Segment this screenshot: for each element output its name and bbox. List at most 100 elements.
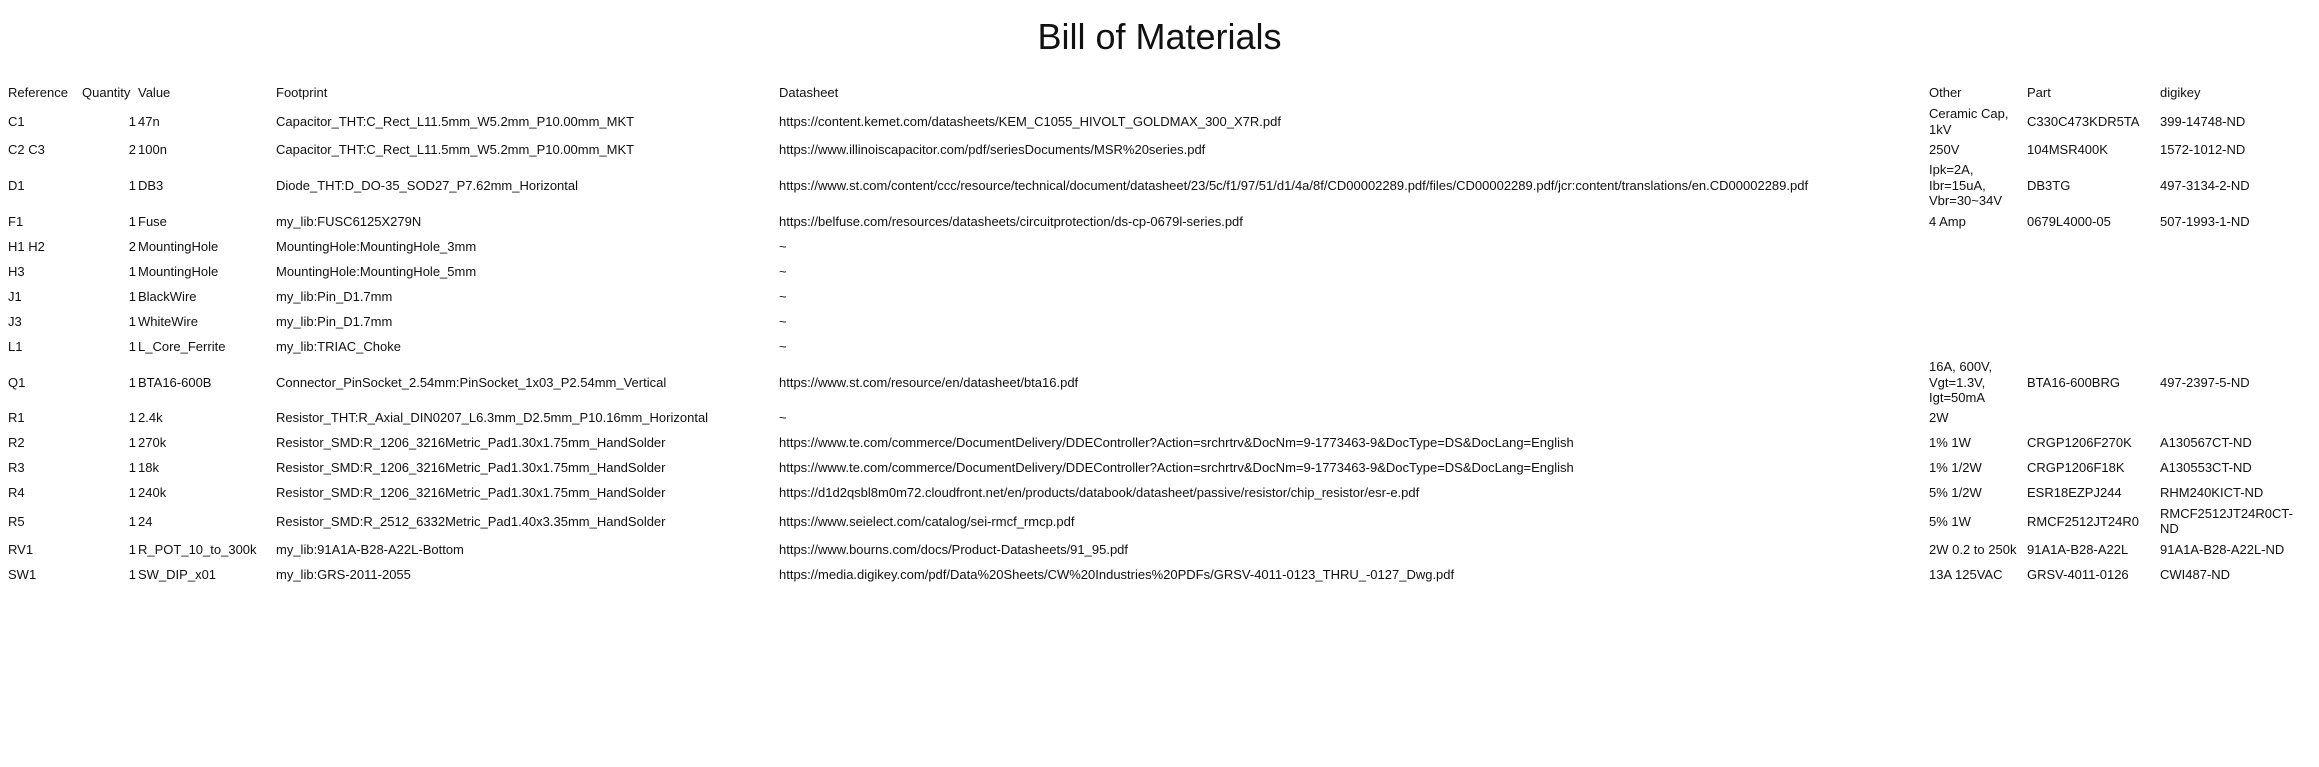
cell-quantity: 1 <box>128 213 136 229</box>
cell-other: Ceramic Cap, 1kV <box>1929 106 2009 137</box>
cell-datasheet[interactable]: https://d1d2qsbl8m0m72.cloudfront.net/en… <box>779 481 1929 506</box>
table-row: R4 1 240k Resistor_SMD:R_1206_3216Metric_Pa… <box>8 481 2310 506</box>
cell-digikey: A130553CT-ND <box>2160 460 2252 476</box>
cell-datasheet[interactable]: ~ <box>779 259 1929 284</box>
cell-datasheet[interactable]: ~ <box>779 284 1929 309</box>
cell-quantity: 1 <box>128 513 136 529</box>
cell-datasheet[interactable]: https://www.te.com/commerce/DocumentDeli… <box>779 456 1929 481</box>
table-row: D1 1 DB3 Diode_THT:D_DO-35_SOD27_P7.62mm_Ho… <box>8 162 2310 209</box>
cell-reference: D1 <box>8 177 25 193</box>
cell-datasheet[interactable]: https://www.st.com/content/ccc/resource/… <box>779 162 1929 209</box>
table-row: R3 1 18k Resistor_SMD:R_1206_3216Metric_Pad… <box>8 456 2310 481</box>
column-header-value: Value <box>138 85 171 101</box>
cell-quantity: 1 <box>128 177 136 193</box>
cell-part: 104MSR400K <box>2027 141 2108 157</box>
cell-quantity: 1 <box>128 313 136 329</box>
cell-digikey: RMCF2512JT24R0CT-ND <box>2160 505 2293 537</box>
cell-reference: R3 <box>8 460 25 476</box>
cell-datasheet[interactable]: ~ <box>779 334 1929 359</box>
cell-value: 270k <box>138 435 167 451</box>
cell-digikey: 497-2397-5-ND <box>2160 374 2250 390</box>
cell-datasheet[interactable]: https://www.bourns.com/docs/Product-Data… <box>779 537 1929 562</box>
cell-datasheet[interactable]: https://belfuse.com/resources/datasheets… <box>779 209 1929 234</box>
cell-value: BlackWire <box>138 288 197 304</box>
cell-reference: H3 <box>8 263 25 279</box>
cell-datasheet[interactable]: https://www.te.com/commerce/DocumentDeli… <box>779 431 1929 456</box>
cell-quantity: 1 <box>128 435 136 451</box>
cell-footprint: my_lib:GRS-2011-2055 <box>276 566 411 582</box>
cell-value: 100n <box>138 141 167 157</box>
cell-footprint: Resistor_SMD:R_2512_6332Metric_Pad1.40x3… <box>276 513 666 529</box>
cell-part: GRSV-4011-0126 <box>2027 566 2129 582</box>
cell-part: BTA16-600BRG <box>2027 374 2120 390</box>
cell-reference: Q1 <box>8 374 26 390</box>
cell-part <box>2027 259 2160 284</box>
cell-part <box>2027 234 2160 259</box>
cell-other <box>1929 234 2027 259</box>
table-row: J1 1 BlackWire my_lib:Pin_D1.7mm ~ <box>8 284 2310 309</box>
cell-footprint: my_lib:Pin_D1.7mm <box>276 313 393 329</box>
cell-digikey: 1572-1012-ND <box>2160 141 2246 157</box>
cell-reference: J3 <box>8 313 22 329</box>
column-header-quantity: Quantity <box>82 85 131 101</box>
cell-digikey <box>2160 259 2310 284</box>
table-row: H3 1 MountingHole MountingHole:MountingHole… <box>8 259 2310 284</box>
cell-other <box>1929 284 2027 309</box>
cell-footprint: Diode_THT:D_DO-35_SOD27_P7.62mm_Horizont… <box>276 177 579 193</box>
table-row: C1 1 47n Capacitor_THT:C_Rect_L11.5mm_W5.2m… <box>8 106 2310 137</box>
cell-footprint: Resistor_THT:R_Axial_DIN0207_L6.3mm_D2.5… <box>276 410 709 426</box>
cell-reference: R2 <box>8 435 25 451</box>
cell-reference: C1 <box>8 113 25 129</box>
cell-datasheet[interactable]: ~ <box>779 406 1929 431</box>
cell-quantity: 1 <box>128 541 136 557</box>
cell-value: L_Core_Ferrite <box>138 338 226 354</box>
table-row: R5 1 24 Resistor_SMD:R_2512_6332Metric_Pad1… <box>8 506 2310 537</box>
cell-footprint: my_lib:Pin_D1.7mm <box>276 288 393 304</box>
cell-footprint: MountingHole:MountingHole_3mm <box>276 238 477 254</box>
cell-other: 5% 1/2W <box>1929 485 1982 501</box>
table-row: H1 H2 2 MountingHole MountingHole:MountingH… <box>8 234 2310 259</box>
cell-quantity: 1 <box>128 338 136 354</box>
cell-reference: J1 <box>8 288 22 304</box>
table-row: SW1 1 SW_DIP_x01 my_lib:GRS-2011-2055 https:… <box>8 562 2310 587</box>
cell-footprint: MountingHole:MountingHole_5mm <box>276 263 477 279</box>
cell-part: 0679L4000-05 <box>2027 213 2111 229</box>
cell-quantity: 1 <box>128 263 136 279</box>
table-header-row: Reference Quantity Value Footprint Datas… <box>8 80 2310 106</box>
cell-quantity: 1 <box>128 113 136 129</box>
cell-footprint: my_lib:FUSC6125X279N <box>276 213 422 229</box>
bom-table: Reference Quantity Value Footprint Datas… <box>8 80 2310 587</box>
cell-other: 4 Amp <box>1929 213 1966 229</box>
cell-datasheet[interactable]: https://www.seielect.com/catalog/sei-rmc… <box>779 506 1929 537</box>
cell-digikey <box>2160 284 2310 309</box>
cell-part: ESR18EZPJ244 <box>2027 485 2122 501</box>
cell-digikey <box>2160 309 2310 334</box>
cell-value: 24 <box>138 513 153 529</box>
cell-quantity: 2 <box>128 238 136 254</box>
cell-other: Ipk=2A, Ibr=15uA, Vbr=30~34V <box>1929 162 2003 209</box>
table-row: R1 1 2.4k Resistor_THT:R_Axial_DIN0207_L6.3… <box>8 406 2310 431</box>
table-row: R2 1 270k Resistor_SMD:R_1206_3216Metric_Pa… <box>8 431 2310 456</box>
table-row: J3 1 WhiteWire my_lib:Pin_D1.7mm ~ <box>8 309 2310 334</box>
cell-datasheet[interactable]: ~ <box>779 234 1929 259</box>
cell-footprint: Resistor_SMD:R_1206_3216Metric_Pad1.30x1… <box>276 435 666 451</box>
cell-footprint: Capacitor_THT:C_Rect_L11.5mm_W5.2mm_P10.… <box>276 141 635 157</box>
cell-datasheet[interactable]: https://media.digikey.com/pdf/Data%20She… <box>779 562 1929 587</box>
column-header-datasheet: Datasheet <box>779 85 839 101</box>
cell-digikey: CWI487-ND <box>2160 566 2231 582</box>
cell-datasheet[interactable]: https://www.st.com/resource/en/datasheet… <box>779 359 1929 406</box>
page-title: Bill of Materials <box>1037 16 1282 57</box>
cell-datasheet[interactable]: https://www.illinoiscapacitor.com/pdf/se… <box>779 137 1929 162</box>
cell-quantity: 1 <box>128 410 136 426</box>
cell-reference: H1 H2 <box>8 238 45 254</box>
cell-other <box>1929 259 2027 284</box>
cell-part <box>2027 334 2160 359</box>
cell-datasheet[interactable]: https://content.kemet.com/datasheets/KEM… <box>779 106 1929 137</box>
cell-other: 16A, 600V, Vgt=1.3V, Igt=50mA <box>1929 358 1993 406</box>
cell-datasheet[interactable]: ~ <box>779 309 1929 334</box>
cell-value: MountingHole <box>138 263 219 279</box>
cell-reference: C2 C3 <box>8 141 45 157</box>
cell-footprint: my_lib:91A1A-B28-A22L-Bottom <box>276 541 464 557</box>
table-row: L1 1 L_Core_Ferrite my_lib:TRIAC_Choke ~ <box>8 334 2310 359</box>
cell-digikey <box>2160 334 2310 359</box>
